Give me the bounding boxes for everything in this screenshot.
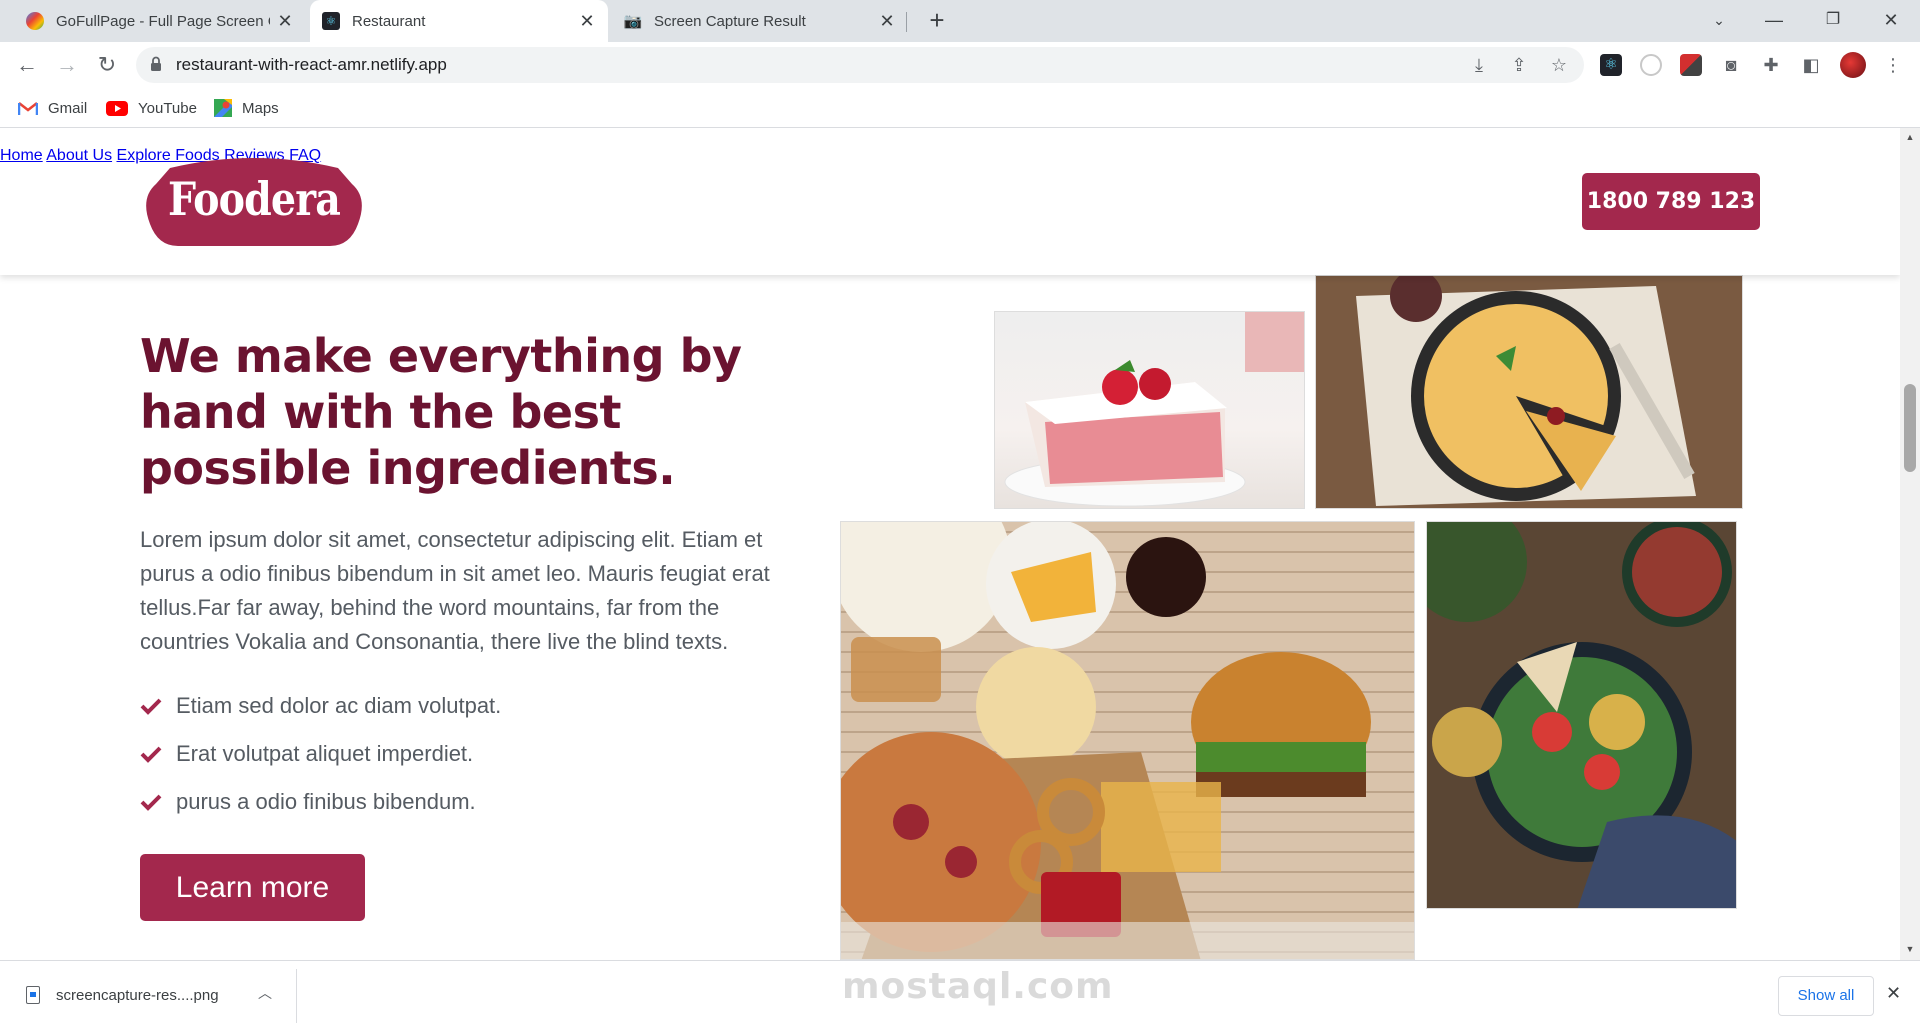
react-devtools-icon[interactable]: ⚛ — [1600, 54, 1622, 76]
page-viewport: Foodera Home About Us Explore Foods Revi… — [0, 128, 1900, 960]
tab-separator — [906, 12, 907, 32]
side-panel-icon[interactable]: ◧ — [1800, 54, 1822, 76]
list-item-text: purus a odio finibus bibendum. — [176, 789, 476, 814]
cake-photo — [994, 311, 1305, 509]
list-item-text: Erat volutpat aliquet imperdiet. — [176, 741, 474, 766]
site-header: Foodera Home About Us Explore Foods Revi… — [0, 128, 1900, 275]
fast-food-illustration — [841, 522, 1414, 959]
extensions-puzzle-icon[interactable]: ✚ — [1760, 54, 1782, 76]
checkmark-icon — [140, 698, 162, 715]
scroll-down-arrow-icon[interactable]: ▼ — [1900, 944, 1920, 954]
logo-text: Foodera — [168, 172, 341, 226]
close-download-bar-icon[interactable]: ✕ — [1886, 983, 1901, 1004]
watermark-text: mostaql.com — [842, 966, 1114, 1007]
page-scrollbar[interactable]: ▲ ▼ — [1900, 128, 1920, 960]
tab-strip: GoFullPage - Full Page Screen Ca ✕ ⚛ Res… — [0, 0, 1920, 42]
salad-illustration — [1427, 522, 1736, 908]
lock-icon — [151, 56, 161, 71]
list-item: Etiam sed dolor ac diam volutpat. — [140, 682, 740, 730]
color-picker-icon[interactable] — [1680, 54, 1702, 76]
maps-icon — [214, 99, 232, 117]
site-logo[interactable]: Foodera — [140, 154, 368, 248]
bookmark-label: Maps — [242, 99, 279, 117]
fast-food-photo — [840, 521, 1415, 960]
bookmark-gmail[interactable]: Gmail — [18, 88, 87, 128]
nav-about-us[interactable]: About Us — [46, 147, 112, 164]
browser-toolbar: ← → ↻ restaurant-with-react-amr.netlify.… — [0, 42, 1920, 88]
list-item: Erat volutpat aliquet imperdiet. — [140, 730, 740, 778]
cake-illustration — [1004, 312, 1304, 507]
download-filename: screencapture-res....png — [56, 986, 219, 1004]
gofullpage-icon — [26, 12, 44, 30]
file-icon — [26, 986, 40, 1004]
address-bar[interactable]: restaurant-with-react-amr.netlify.app ⤓ … — [136, 47, 1584, 83]
divider — [296, 969, 297, 1023]
camera-icon: 📷 — [623, 13, 643, 30]
bookmark-youtube[interactable]: YouTube — [106, 88, 197, 128]
quiche-illustration — [1316, 276, 1742, 508]
share-icon[interactable]: ⇪ — [1508, 55, 1530, 75]
menu-kebab-icon[interactable]: ⋮ — [1882, 54, 1904, 76]
tab-screen-capture[interactable]: 📷 Screen Capture Result ✕ — [612, 0, 908, 42]
bookmark-star-icon[interactable]: ☆ — [1548, 55, 1570, 75]
scroll-up-arrow-icon[interactable]: ▲ — [1900, 132, 1920, 142]
close-tab-icon[interactable]: ✕ — [276, 11, 294, 32]
forward-icon[interactable]: → — [52, 50, 82, 80]
bookmark-label: Gmail — [48, 99, 88, 117]
install-icon[interactable]: ⤓ — [1468, 55, 1490, 75]
nav-home[interactable]: Home — [0, 147, 43, 164]
tab-title: Restaurant — [352, 12, 426, 30]
bookmark-label: YouTube — [138, 99, 197, 117]
profile-avatar[interactable] — [1840, 52, 1866, 78]
close-tab-icon[interactable]: ✕ — [878, 11, 896, 32]
download-item[interactable]: screencapture-res....png — [26, 975, 219, 1015]
url-text: restaurant-with-react-amr.netlify.app — [176, 55, 447, 74]
react-icon: ⚛ — [322, 12, 340, 30]
bookmark-maps[interactable]: Maps — [214, 88, 279, 128]
close-window-button[interactable]: ✕ — [1862, 0, 1920, 42]
close-tab-icon[interactable]: ✕ — [578, 11, 596, 32]
list-item: purus a odio finibus bibendum. — [140, 778, 740, 826]
gmail-icon — [18, 101, 38, 115]
new-tab-button[interactable]: + — [922, 6, 952, 36]
back-icon[interactable]: ← — [12, 50, 42, 80]
screenshot-camera-icon[interactable]: ◙ — [1720, 54, 1742, 76]
youtube-icon — [106, 100, 128, 116]
hero-paragraph: Lorem ipsum dolor sit amet, consectetur … — [140, 527, 770, 654]
tab-search-icon[interactable]: ⌄ — [1690, 0, 1748, 42]
minimize-button[interactable]: — — [1745, 0, 1803, 42]
tab-title: GoFullPage - Full Page Screen Ca — [56, 12, 270, 30]
hero-title: We make everything by hand with the best… — [140, 329, 742, 495]
reload-icon[interactable]: ↻ — [92, 50, 122, 80]
tab-gofullpage[interactable]: GoFullPage - Full Page Screen Ca ✕ — [14, 0, 306, 42]
checkmark-icon — [140, 794, 162, 811]
phone-button[interactable]: 1800 789 123 — [1582, 173, 1760, 230]
restore-button[interactable]: ❐ — [1804, 0, 1862, 42]
show-all-button[interactable]: Show all — [1778, 976, 1874, 1016]
bookmarks-bar: Gmail YouTube Maps — [0, 88, 1920, 128]
checkmark-icon — [140, 746, 162, 763]
chevron-up-icon[interactable]: ︿ — [258, 983, 272, 1003]
learn-more-button[interactable]: Learn more — [140, 854, 365, 921]
tab-restaurant[interactable]: ⚛ Restaurant ✕ — [310, 0, 608, 42]
feature-checklist: Etiam sed dolor ac diam volutpat. Erat v… — [140, 682, 740, 826]
list-item-text: Etiam sed dolor ac diam volutpat. — [176, 693, 502, 718]
tab-title: Screen Capture Result — [654, 12, 806, 30]
quiche-photo — [1315, 275, 1743, 509]
extension-circle-icon[interactable] — [1640, 54, 1662, 76]
scrollbar-thumb[interactable] — [1904, 384, 1916, 472]
salad-bowl-photo — [1426, 521, 1737, 909]
